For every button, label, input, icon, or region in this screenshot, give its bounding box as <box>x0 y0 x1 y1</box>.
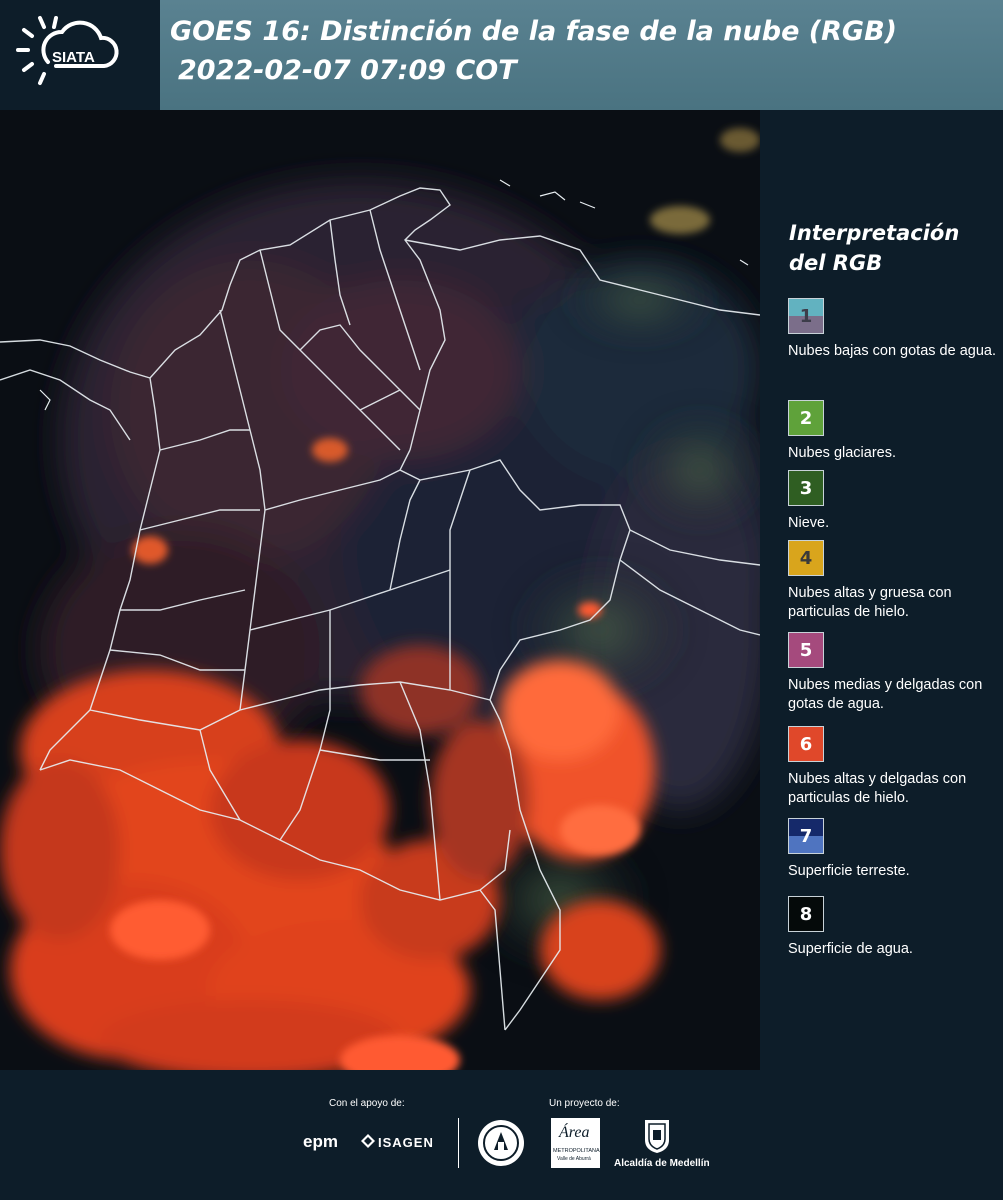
area-metro-word: Área <box>559 1124 590 1141</box>
alcaldia-text: Alcaldía de Medellín <box>614 1158 710 1169</box>
legend-number: 7 <box>799 825 813 847</box>
legend-swatch: 4 <box>788 540 824 576</box>
legend-item: 2 Nubes glaciares. <box>788 400 1000 463</box>
sun-cloud-icon: SIATA <box>16 16 119 85</box>
area-metropolitana-logo: Área METROPOLITANA Valle de Aburrá <box>551 1118 600 1168</box>
legend-swatch: 1 <box>788 298 824 334</box>
alcaldia-shield-icon <box>643 1118 671 1154</box>
legend-swatch: 6 <box>788 726 824 762</box>
legend-swatch: 8 <box>788 896 824 932</box>
legend-label: Nubes glaciares. <box>788 445 896 461</box>
seal-icon <box>476 1118 526 1168</box>
isagen-icon <box>361 1133 375 1148</box>
legend-item: 5 Nubes medias y delgadas con gotas de ag… <box>788 632 1000 714</box>
legend-swatch: 5 <box>788 632 824 668</box>
legend-number: 6 <box>799 733 813 755</box>
area-metro-sub2: Valle de Aburrá <box>557 1156 591 1162</box>
legend-title: Interpretación del RGB <box>789 218 959 278</box>
legend-number: 5 <box>799 639 813 661</box>
legend-item: 4 Nubes altas y gruesa con particulas de … <box>788 540 1000 622</box>
page-timestamp: 2022-02-07 07:09 COT <box>178 55 517 86</box>
legend-title-line1: Interpretación <box>789 221 960 245</box>
legend-panel: Interpretación del RGB 1 Nubes bajas con … <box>760 110 1003 1070</box>
legend-swatch: 7 <box>788 818 824 854</box>
legend-item: 1 Nubes bajas con gotas de agua. <box>788 298 1000 361</box>
legend-item: 6 Nubes altas y delgadas con particulas d… <box>788 726 1000 808</box>
legend-label: Nubes medias y delgadas con gotas de agu… <box>788 677 983 712</box>
legend-number: 4 <box>799 547 813 569</box>
legend-number: 2 <box>799 407 813 429</box>
footer: Con el apoyo de: Un proyecto de: epm ISA… <box>0 1070 1003 1200</box>
footer-divider <box>458 1118 459 1168</box>
legend-label: Nieve. <box>788 515 830 531</box>
legend-number: 1 <box>799 305 813 327</box>
siata-logo: SIATA <box>0 0 160 110</box>
header: SIATA GOES 16: Distinción de la fase de … <box>0 0 1003 110</box>
project-caption: Un proyecto de: <box>549 1098 620 1109</box>
legend-swatch: 3 <box>788 470 824 506</box>
legend-label: Superficie terreste. <box>788 863 910 879</box>
satellite-image <box>0 110 760 1070</box>
legend-label: Nubes altas y delgadas con particulas de… <box>788 771 967 806</box>
legend-label: Nubes bajas con gotas de agua. <box>788 343 996 359</box>
page-title: GOES 16: Distinción de la fase de la nub… <box>170 16 897 47</box>
legend-title-line2: del RGB <box>789 251 883 275</box>
legend-number: 3 <box>799 477 813 499</box>
legend-label: Nubes altas y gruesa con particulas de h… <box>788 585 952 620</box>
legend-item: 3 Nieve. <box>788 470 1000 533</box>
area-metro-sub: METROPOLITANA <box>553 1148 600 1154</box>
isagen-logo: ISAGEN <box>378 1135 434 1150</box>
support-caption: Con el apoyo de: <box>329 1098 405 1109</box>
legend-swatch: 2 <box>788 400 824 436</box>
legend-label: Superficie de agua. <box>788 941 913 957</box>
legend-item: 8 Superficie de agua. <box>788 896 1000 959</box>
legend-item: 7 Superficie terreste. <box>788 818 1000 881</box>
epm-logo: epm <box>303 1132 338 1151</box>
logo-text: SIATA <box>52 49 95 66</box>
legend-number: 8 <box>799 903 813 925</box>
